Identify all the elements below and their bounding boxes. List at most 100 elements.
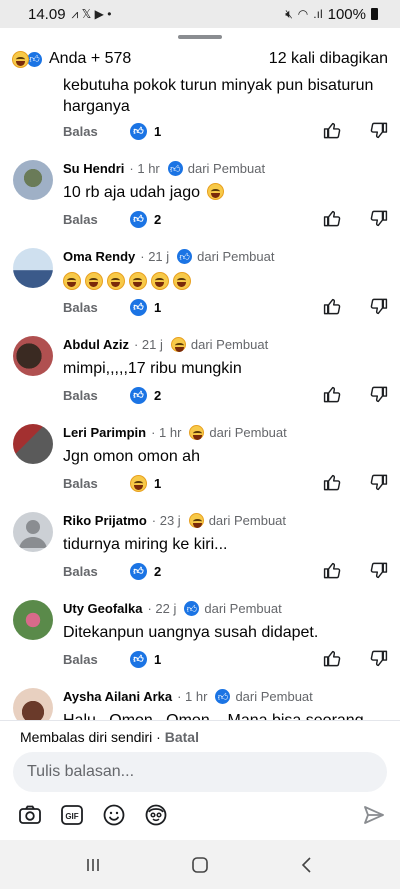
comment-text: kebutuha pokok turun minyak pun bisaturu… <box>63 77 374 94</box>
reply-button[interactable]: Balas <box>63 476 130 491</box>
gif-icon[interactable]: GIF <box>58 801 86 829</box>
comment-time: · 21 j <box>133 337 163 352</box>
comment-time: · 22 j <box>147 601 177 616</box>
replying-to-label: Membalas diri sendiri · Batal <box>20 729 199 745</box>
comment-actions: Balas 👍︎ 2 <box>63 384 388 406</box>
haha-reaction-icon <box>170 337 186 352</box>
downvote-icon[interactable] <box>368 208 388 228</box>
reply-button[interactable]: Balas <box>63 212 130 227</box>
share-count[interactable]: 12 kali dibagikan <box>269 50 388 68</box>
reaction-count[interactable]: 👍︎ 1 <box>130 650 161 668</box>
avatar[interactable] <box>13 600 53 640</box>
notification-icons: ⩘ 𝕏 ▶ • <box>71 6 112 21</box>
system-navigation-bar <box>0 840 400 889</box>
reaction-summary[interactable]: 👍︎ Anda + 578 12 kali dibagikan <box>12 48 388 70</box>
avatar[interactable] <box>13 248 53 288</box>
downvote-icon[interactable] <box>368 120 388 140</box>
reaction-count[interactable]: 👍︎ 2 <box>130 562 161 580</box>
comment-actions: Balas 👍︎ 2 <box>63 208 388 230</box>
comment-actions: Balas 👍︎ 1 <box>63 296 388 318</box>
comment-emoji-row <box>63 272 191 290</box>
commenter-name[interactable]: Abdul Aziz <box>63 337 129 352</box>
reply-button[interactable]: Balas <box>63 652 130 667</box>
upvote-icon[interactable] <box>322 648 342 668</box>
comment-text-continued: harganya <box>63 98 130 115</box>
commenter-name[interactable]: Oma Rendy <box>63 249 135 264</box>
like-icon: 👍︎ <box>130 210 147 228</box>
reply-button[interactable]: Balas <box>63 388 130 403</box>
downvote-icon[interactable] <box>368 384 388 404</box>
reaction-count-label: Anda + 578 <box>49 50 132 67</box>
default-avatar-icon <box>19 520 47 548</box>
upvote-icon[interactable] <box>322 384 342 404</box>
avatar[interactable] <box>13 336 53 376</box>
reply-button[interactable]: Balas <box>63 564 130 579</box>
upvote-icon[interactable] <box>322 472 342 492</box>
haha-reaction-icon <box>188 513 204 528</box>
avatar[interactable] <box>13 512 53 552</box>
reaction-count[interactable]: 👍︎ 2 <box>130 386 161 404</box>
author-reaction-badge: dari Pembuat <box>189 425 287 440</box>
comment-text: Halu...Omon...Omon....Mana bisa seorang <box>63 710 364 720</box>
comment-time: · 1 hr <box>129 161 160 176</box>
downvote-icon[interactable] <box>368 472 388 492</box>
author-reaction-badge: 👍︎ dari Pembuat <box>177 249 274 264</box>
like-icon: 👍︎ <box>130 298 147 316</box>
camera-icon[interactable] <box>16 801 44 829</box>
laughing-emoji-icon <box>173 272 191 290</box>
avatar[interactable] <box>13 424 53 464</box>
avatar[interactable] <box>13 688 53 720</box>
reply-input[interactable] <box>13 752 387 792</box>
avatar[interactable] <box>13 160 53 200</box>
comment-time: · 1 hr <box>177 689 208 704</box>
commenter-name[interactable]: Leri Parimpin <box>63 425 146 440</box>
avatar-sticker-icon[interactable] <box>142 801 170 829</box>
commenter-name[interactable]: Uty Geofalka <box>63 601 142 616</box>
send-icon[interactable] <box>360 801 388 829</box>
comment-actions: Balas 👍︎ 2 <box>63 560 388 582</box>
drag-handle[interactable] <box>178 35 222 39</box>
upvote-icon[interactable] <box>322 560 342 580</box>
comment-time: · 1 hr <box>151 425 182 440</box>
like-icon: 👍︎ <box>130 562 147 580</box>
downvote-icon[interactable] <box>368 296 388 316</box>
comment-time: · 21 j <box>140 249 170 264</box>
status-bar: 14.09 ⩘ 𝕏 ▶ • 🔇︎ ◠ .ıl 100% <box>0 0 400 28</box>
upvote-icon[interactable] <box>322 120 342 140</box>
upvote-icon[interactable] <box>322 208 342 228</box>
status-time: 14.09 <box>28 5 66 23</box>
laughing-emoji-icon <box>207 183 225 200</box>
comments-sheet: 👍︎ Anda + 578 12 kali dibagikan kebutuha… <box>0 28 400 720</box>
comment-actions: Balas 👍︎ 1 <box>63 120 388 142</box>
downvote-icon[interactable] <box>368 648 388 668</box>
reply-button[interactable]: Balas <box>63 300 130 315</box>
home-icon[interactable] <box>180 845 220 885</box>
status-left: 14.09 ⩘ 𝕏 ▶ • <box>28 6 111 23</box>
signal-icon: .ıl <box>313 7 323 21</box>
reaction-count[interactable]: 👍︎ 2 <box>130 210 161 228</box>
like-icon: 👍︎ <box>177 249 193 264</box>
reaction-count[interactable]: 👍︎ 1 <box>130 122 161 140</box>
reply-button[interactable]: Balas <box>63 124 130 139</box>
downvote-icon[interactable] <box>368 560 388 580</box>
like-icon: 👍︎ <box>130 386 147 404</box>
laughing-emoji-icon <box>107 272 125 290</box>
reaction-count[interactable]: 👍︎ 1 <box>130 298 161 316</box>
reaction-count[interactable]: 1 <box>130 474 161 492</box>
author-reaction-badge: 👍︎ dari Pembuat <box>215 689 313 704</box>
comment-time: · 23 j <box>151 513 181 528</box>
commenter-name[interactable]: Su Hendri <box>63 161 124 176</box>
recent-apps-icon[interactable] <box>73 845 113 885</box>
cancel-reply-button[interactable]: Batal <box>165 729 199 745</box>
like-icon: 👍︎ <box>130 650 147 668</box>
like-icon: 👍︎ <box>167 161 183 176</box>
author-reaction-badge: 👍︎ dari Pembuat <box>184 601 282 616</box>
emoji-icon[interactable] <box>100 801 128 829</box>
commenter-name[interactable]: Riko Prijatmo <box>63 513 147 528</box>
composer-toolbar: GIF <box>16 801 386 831</box>
commenter-name[interactable]: Aysha Ailani Arka <box>63 689 172 704</box>
upvote-icon[interactable] <box>322 296 342 316</box>
author-reaction-badge: dari Pembuat <box>188 513 286 528</box>
back-icon[interactable] <box>287 845 327 885</box>
mute-icon: 🔇︎ <box>285 6 293 21</box>
